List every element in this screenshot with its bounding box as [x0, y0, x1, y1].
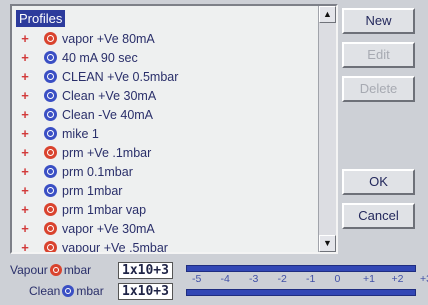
clean-value: 1x10+3 [118, 283, 173, 300]
delete-button[interactable]: Delete [342, 76, 415, 102]
expand-icon[interactable]: + [18, 241, 32, 252]
scale-tick-label: +1 [363, 273, 375, 285]
list-item-label: Clean +Ve 30mA [62, 88, 157, 103]
list-item-label: mike 1 [62, 126, 99, 141]
list-item-label: prm +Ve .1mbar [62, 145, 152, 160]
clean-profile-icon [44, 165, 57, 178]
profile-rows: + vapor +Ve 80mA +40 mA 90 sec + CLEAN +Ve 0… [18, 29, 318, 254]
list-item[interactable]: +40 mA 90 sec [18, 48, 318, 67]
clean-profile-icon [44, 108, 57, 121]
vapour-profile-icon [44, 222, 57, 235]
clean-gauge-label: Clean mbar [29, 284, 104, 298]
list-item[interactable]: + vapor +Ve 80mA [18, 29, 318, 48]
list-item[interactable]: + prm +Ve .1mbar [18, 143, 318, 162]
vapour-profile-icon [44, 241, 57, 252]
scale-tick-label: 0 [334, 273, 341, 285]
list-header[interactable]: Profiles [16, 10, 66, 27]
expand-icon[interactable]: + [18, 127, 32, 140]
list-item-label: vapour +Ve .5mbar [62, 240, 168, 254]
list-item-label: prm 1mbar vap [62, 202, 147, 217]
scale-tick-label: +3 [420, 273, 428, 285]
scale-tick-label: -2 [277, 273, 287, 285]
scale-tick-label: -1 [306, 273, 316, 285]
clean-profile-icon [44, 184, 57, 197]
edit-button[interactable]: Edit [342, 42, 415, 68]
pressure-gauges: Vapour mbar 1x10+3 Clean mbar 1x10+3 -5-… [10, 260, 428, 305]
scale-tick-label: -3 [249, 273, 259, 285]
scale-tick-label: -5 [192, 273, 202, 285]
vapour-value: 1x10+3 [118, 262, 173, 279]
ok-button[interactable]: OK [342, 169, 415, 195]
vapour-gauge-label: Vapour mbar [10, 263, 91, 277]
list-item[interactable]: + Clean +Ve 30mA [18, 86, 318, 105]
expand-icon[interactable]: + [18, 32, 32, 45]
expand-icon[interactable]: + [18, 203, 32, 216]
list-item[interactable]: + prm 1mbar [18, 181, 318, 200]
list-item[interactable]: + prm 0.1mbar [18, 162, 318, 181]
list-item-label: 40 mA 90 sec [62, 50, 138, 65]
clean-level-bar [186, 289, 416, 296]
new-button[interactable]: New [342, 8, 415, 34]
vapour-level-bar [186, 265, 416, 272]
list-item[interactable]: + prm 1mbar vap [18, 200, 318, 219]
list-item[interactable]: + vapor +Ve 30mA [18, 219, 318, 238]
vapour-profile-icon [44, 203, 57, 216]
clean-profile-icon [44, 51, 57, 64]
vapour-label: Vapour [10, 263, 48, 277]
vapour-icon [49, 264, 62, 276]
clean-unit: mbar [76, 284, 104, 298]
clean-profile-icon [44, 89, 57, 102]
clean-icon [62, 285, 75, 297]
list-item[interactable]: + vapour +Ve .5mbar [18, 238, 318, 254]
vapour-profile-icon [44, 32, 57, 45]
expand-icon[interactable]: + [18, 222, 32, 235]
profiles-list[interactable]: Profiles + vapor +Ve 80mA +40 mA 90 sec + CL… [10, 4, 338, 254]
profiles-window: Profiles + vapor +Ve 80mA +40 mA 90 sec + CL… [0, 0, 428, 305]
vapour-unit: mbar [63, 263, 92, 277]
expand-icon[interactable]: + [18, 70, 32, 83]
list-item-label: Clean -Ve 40mA [62, 107, 154, 122]
expand-icon[interactable]: + [18, 89, 32, 102]
vapour-profile-icon [44, 146, 57, 159]
expand-icon[interactable]: + [18, 146, 32, 159]
list-item[interactable]: + mike 1 [18, 124, 318, 143]
expand-icon[interactable]: + [18, 51, 32, 64]
list-item-label: prm 0.1mbar [62, 164, 133, 179]
list-item-label: vapor +Ve 80mA [62, 31, 155, 46]
list-item[interactable]: + CLEAN +Ve 0.5mbar [18, 67, 318, 86]
list-item[interactable]: + Clean -Ve 40mA [18, 105, 318, 124]
vertical-scrollbar[interactable]: ▲ ▼ [318, 6, 336, 252]
expand-icon[interactable]: + [18, 108, 32, 121]
expand-icon[interactable]: + [18, 165, 32, 178]
scroll-up-button[interactable]: ▲ [319, 6, 336, 23]
pressure-scale: -5 -4 -3 -2 -1 0 +1 +2 +3 [192, 273, 428, 285]
clean-profile-icon [44, 70, 57, 83]
expand-icon[interactable]: + [18, 184, 32, 197]
clean-profile-icon [44, 127, 57, 140]
scroll-down-button[interactable]: ▼ [319, 235, 336, 252]
list-item-label: CLEAN +Ve 0.5mbar [62, 69, 179, 84]
scale-tick-label: +2 [391, 273, 404, 285]
scale-tick-label: -4 [220, 273, 230, 285]
list-item-label: prm 1mbar [62, 183, 123, 198]
cancel-button[interactable]: Cancel [342, 203, 415, 229]
clean-label: Clean [29, 284, 61, 298]
list-item-label: vapor +Ve 30mA [62, 221, 155, 236]
